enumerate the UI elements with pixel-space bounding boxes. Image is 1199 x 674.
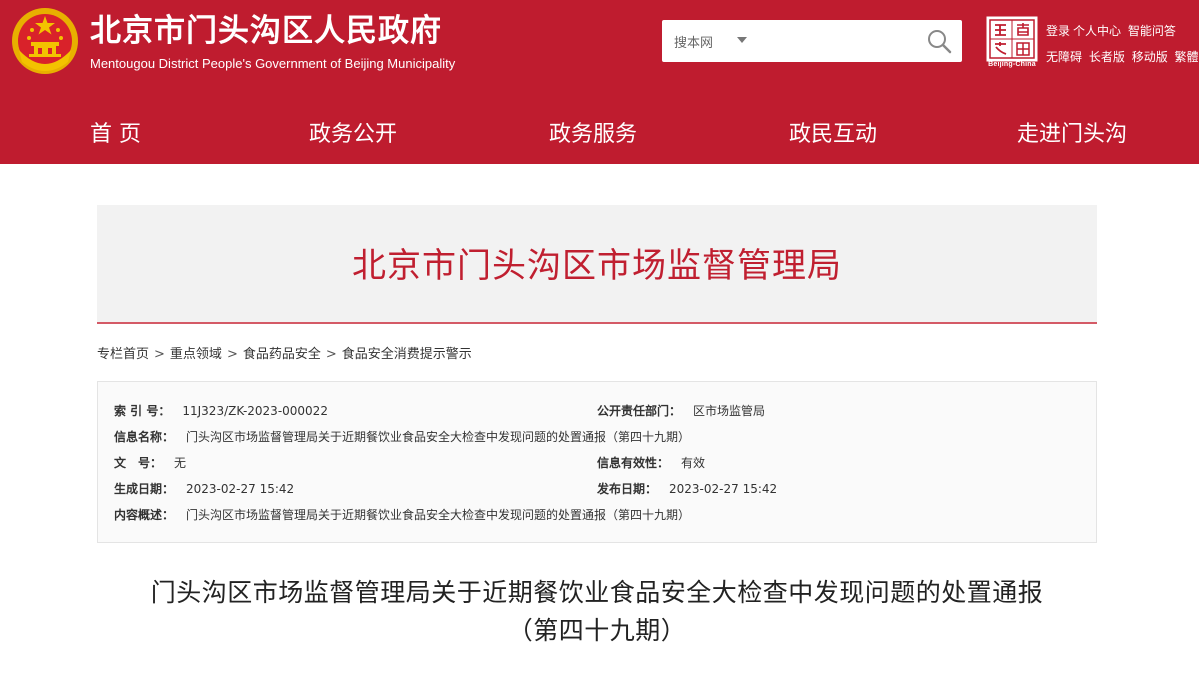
breadcrumb-food-drug-safety[interactable]: 食品药品安全 bbox=[243, 347, 321, 362]
top-links-row-1: 登录 个人中心 智能问答 bbox=[1046, 22, 1176, 39]
info-label: 索 引 号： bbox=[114, 404, 171, 418]
column-title: 北京市门头沟区市场监督管理局 bbox=[352, 246, 842, 286]
nav-item-gov-affairs-public[interactable]: 政务公开 bbox=[309, 122, 397, 148]
info-index-number: 索 引 号： 11J323/ZK-2023-000022 bbox=[114, 403, 328, 419]
info-value: 2023-02-27 15:42 bbox=[669, 482, 778, 496]
site-subtitle: Mentougou District People's Government o… bbox=[90, 56, 456, 71]
search-input[interactable] bbox=[762, 26, 916, 58]
breadcrumb-column-home[interactable]: 专栏首页 bbox=[97, 347, 149, 362]
elder-version-link[interactable]: 长者版 bbox=[1089, 50, 1125, 64]
info-label: 信息有效性： bbox=[597, 456, 670, 470]
article-title: 门头沟区市场监督管理局关于近期餐饮业食品安全大检查中发现问题的处置通报 （第四十… bbox=[97, 574, 1097, 650]
search-icon[interactable] bbox=[924, 26, 954, 56]
info-content-summary: 内容概述： 门头沟区市场监督管理局关于近期餐饮业食品安全大检查中发现问题的处置通报… bbox=[114, 507, 690, 523]
nav-item-interaction[interactable]: 政民互动 bbox=[789, 122, 877, 148]
article-title-line-1: 门头沟区市场监督管理局关于近期餐饮业食品安全大检查中发现问题的处置通报 bbox=[150, 578, 1044, 607]
info-value: 区市场监管局 bbox=[693, 404, 766, 418]
info-label: 生成日期： bbox=[114, 482, 175, 496]
national-emblem-icon[interactable] bbox=[10, 6, 80, 76]
info-value: 有效 bbox=[681, 456, 706, 470]
info-document-number: 文 号： 无 bbox=[114, 455, 186, 471]
info-value: 无 bbox=[174, 456, 187, 470]
traditional-chinese-link[interactable]: 繁體 bbox=[1175, 50, 1199, 64]
personal-center-link[interactable]: 个人中心 bbox=[1073, 24, 1121, 38]
info-value: 11J323/ZK-2023-000022 bbox=[182, 404, 328, 418]
breadcrumb-key-areas[interactable]: 重点领域 bbox=[170, 347, 222, 362]
breadcrumb-separator: > bbox=[154, 347, 165, 362]
site-title[interactable]: 北京市门头沟区人民政府 bbox=[90, 12, 442, 50]
main-nav: 首 页 政务公开 政务服务 政民互动 走进门头沟 bbox=[0, 106, 1199, 164]
login-link[interactable]: 登录 bbox=[1046, 24, 1070, 38]
column-banner: 北京市门头沟区市场监督管理局 bbox=[97, 205, 1097, 324]
smart-qa-link[interactable]: 智能问答 bbox=[1128, 24, 1176, 38]
info-published-date: 发布日期： 2023-02-27 15:42 bbox=[597, 481, 777, 497]
search-box: 搜本网 bbox=[662, 20, 962, 62]
article-title-line-2: （第四十九期） bbox=[507, 616, 687, 645]
nav-item-home[interactable]: 首 页 bbox=[90, 122, 141, 148]
info-created-date: 生成日期： 2023-02-27 15:42 bbox=[114, 481, 294, 497]
accessibility-link[interactable]: 无障碍 bbox=[1046, 50, 1082, 64]
info-value: 2023-02-27 15:42 bbox=[186, 482, 295, 496]
nav-item-about-mentougou[interactable]: 走进门头沟 bbox=[1017, 122, 1127, 148]
info-document-name: 信息名称： 门头沟区市场监督管理局关于近期餐饮业食品安全大检查中发现问题的处置通报… bbox=[114, 429, 690, 445]
info-label: 发布日期： bbox=[597, 482, 658, 496]
logo-tagline: Beijing-China bbox=[988, 61, 1036, 68]
chevron-down-icon[interactable] bbox=[737, 37, 747, 43]
info-responsible-dept: 公开责任部门： 区市场监管局 bbox=[597, 403, 765, 419]
breadcrumb-consumer-alerts[interactable]: 食品安全消费提示警示 bbox=[342, 347, 472, 362]
info-value: 门头沟区市场监督管理局关于近期餐饮业食品安全大检查中发现问题的处置通报（第四十九… bbox=[186, 508, 691, 522]
info-label: 公开责任部门： bbox=[597, 404, 682, 418]
nav-item-gov-services[interactable]: 政务服务 bbox=[549, 122, 637, 148]
breadcrumb-separator: > bbox=[226, 347, 238, 362]
search-scope-select[interactable]: 搜本网 bbox=[674, 32, 713, 51]
top-links-row-2: 无障碍 长者版 移动版 繁體 bbox=[1046, 48, 1199, 65]
breadcrumb-separator: > bbox=[325, 347, 337, 362]
info-label: 信息名称： bbox=[114, 430, 175, 444]
breadcrumb: 专栏首页 > 重点领域 > 食品药品安全 > 食品安全消费提示警示 bbox=[97, 343, 472, 362]
site-header: 北京市门头沟区人民政府 Mentougou District People's … bbox=[0, 0, 1199, 164]
mobile-version-link[interactable]: 移动版 bbox=[1132, 50, 1168, 64]
info-value: 门头沟区市场监督管理局关于近期餐饮业食品安全大检查中发现问题的处置通报（第四十九… bbox=[186, 430, 691, 444]
info-label: 文 号： bbox=[114, 456, 163, 470]
info-label: 内容概述： bbox=[114, 508, 175, 522]
document-info-panel: 索 引 号： 11J323/ZK-2023-000022 公开责任部门： 区市场监管… bbox=[97, 381, 1097, 543]
info-validity: 信息有效性： 有效 bbox=[597, 455, 705, 471]
